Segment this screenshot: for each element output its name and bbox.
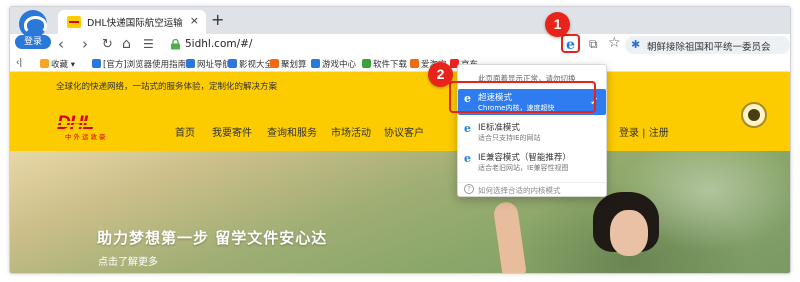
site-header: 全球化的快递网络，一站式的服务体验，定制化的解决方案 DHL 中外运敦豪 首页 … [10, 72, 790, 151]
logo-stripes [57, 121, 129, 130]
reload-icon[interactable]: ↻ [102, 36, 113, 53]
nav-campaigns[interactable]: 市场活动 [331, 124, 371, 139]
highlight-ring-speed-mode [449, 81, 596, 113]
url-field[interactable]: 5idhl.com/#/ [168, 35, 576, 55]
nav-track[interactable]: 查询和服务 [267, 124, 317, 139]
browser-logo-icon [19, 10, 47, 38]
hero-title: 助力梦想第一步 留学文件安心达 [97, 229, 328, 247]
download-icon [362, 59, 371, 68]
lock-icon [171, 39, 180, 50]
guide-icon [92, 59, 101, 68]
new-tab-button[interactable]: + [211, 10, 224, 29]
menu-help-link[interactable]: ? 如何选择合适的内核模式 [458, 182, 606, 196]
step-badge-1: 1 [545, 12, 570, 37]
login-register-link[interactable]: 登录 | 注册 [619, 124, 669, 139]
bookmarks-toggle-icon[interactable]: ‹| [16, 58, 22, 68]
url-text: 5idhl.com/#/ [185, 38, 253, 50]
menu-item-ie-compat[interactable]: e IE兼容模式（智能推荐） 适合老旧网站，IE兼容性视图 [458, 149, 606, 175]
dhl-logo[interactable]: DHL 中外运敦豪 [57, 113, 129, 141]
nav-send[interactable]: 我要寄件 [212, 124, 252, 139]
hero-banner[interactable]: 助力梦想第一步 留学文件安心达 点击了解更多 [10, 151, 790, 273]
bookmark-item[interactable]: 软件下载 [362, 58, 407, 70]
home-icon[interactable]: ⌂ [122, 36, 131, 53]
menu-item-ie-standard[interactable]: e IE标准模式 适合只支持IE的网站 [458, 119, 606, 145]
search-input[interactable]: ✱ 朝鲜接除祖国和平统一委员会 [625, 36, 790, 54]
tab-title: DHL快递国际航空运输服务—中 [87, 18, 183, 29]
bookmark-star-icon[interactable]: ☆ [608, 35, 621, 51]
dhl-logo-cn: 中外运敦豪 [65, 133, 108, 141]
nav-home[interactable]: 首页 [175, 124, 195, 139]
close-tab-icon[interactable]: × [190, 14, 199, 27]
menu-item-subtitle: 适合只支持IE的网站 [478, 134, 541, 142]
menu-item-title: IE兼容模式（智能推荐） [478, 153, 571, 163]
video-icon [228, 59, 237, 68]
favorites-icon [40, 59, 49, 68]
user-avatar[interactable]: 登录 [15, 10, 51, 49]
nav-icon [186, 59, 195, 68]
learn-more-link[interactable]: 点击了解更多 [98, 253, 158, 268]
menu-item-title: IE标准模式 [478, 123, 520, 133]
step-badge-2: 2 [428, 62, 453, 87]
taobao-icon [410, 59, 419, 68]
bookmark-item[interactable]: 影视大全 [228, 58, 273, 70]
tab-strip: DHL快递国际航空运输服务—中 × + [10, 7, 790, 34]
bookmark-item[interactable]: 聚划算 [270, 58, 307, 70]
dhl-favicon-icon [67, 16, 81, 28]
hero-photo-face [610, 210, 648, 256]
ie-icon: e [464, 122, 471, 135]
bookmark-item[interactable]: 收藏 ▾ [40, 58, 75, 70]
browser-window: DHL快递国际航空运输服务—中 × + 登录 ‹ › ↻ ⌂ ☰ 5idhl.c… [9, 6, 791, 274]
site-slogan: 全球化的快递网络，一站式的服务体验，定制化的解决方案 [56, 82, 278, 92]
menu-item-subtitle: 适合老旧网站，IE兼容性视图 [478, 164, 569, 172]
help-icon: ? [464, 184, 474, 194]
menu-help-text: 如何选择合适的内核模式 [478, 186, 561, 195]
search-text: 朝鲜接除祖国和平统一委员会 [647, 42, 771, 53]
game-icon [311, 59, 320, 68]
nav-contract[interactable]: 协议客户 [384, 124, 424, 139]
bookmark-item[interactable]: [官方]浏览器使用指南 [92, 58, 186, 70]
bookmark-item[interactable]: 游戏中心 [311, 58, 356, 70]
web-page: 全球化的快递网络，一站式的服务体验，定制化的解决方案 DHL 中外运敦豪 首页 … [10, 72, 790, 273]
highlight-ring-kernel-button [561, 34, 580, 53]
login-button[interactable]: 登录 [15, 35, 51, 49]
tab-dhl[interactable]: DHL快递国际航空运输服务—中 × [58, 10, 206, 34]
search-engine-icon: ✱ [631, 38, 641, 51]
back-icon[interactable]: ‹ [58, 36, 64, 53]
bookmarks-bar: ‹| 收藏 ▾ [官方]浏览器使用指南 网址导航 影视大全 聚划算 游戏中心 软… [10, 56, 790, 72]
screenshot-icon[interactable]: ⧉ [589, 37, 598, 52]
juhuasuan-icon [270, 59, 279, 68]
bookmark-item[interactable]: 网址导航 [186, 58, 231, 70]
reading-mode-icon[interactable]: ☰ [143, 36, 154, 53]
mascot-badge-icon[interactable] [741, 102, 767, 128]
ie-compat-icon: e [464, 152, 471, 165]
forward-icon[interactable]: › [82, 36, 88, 53]
